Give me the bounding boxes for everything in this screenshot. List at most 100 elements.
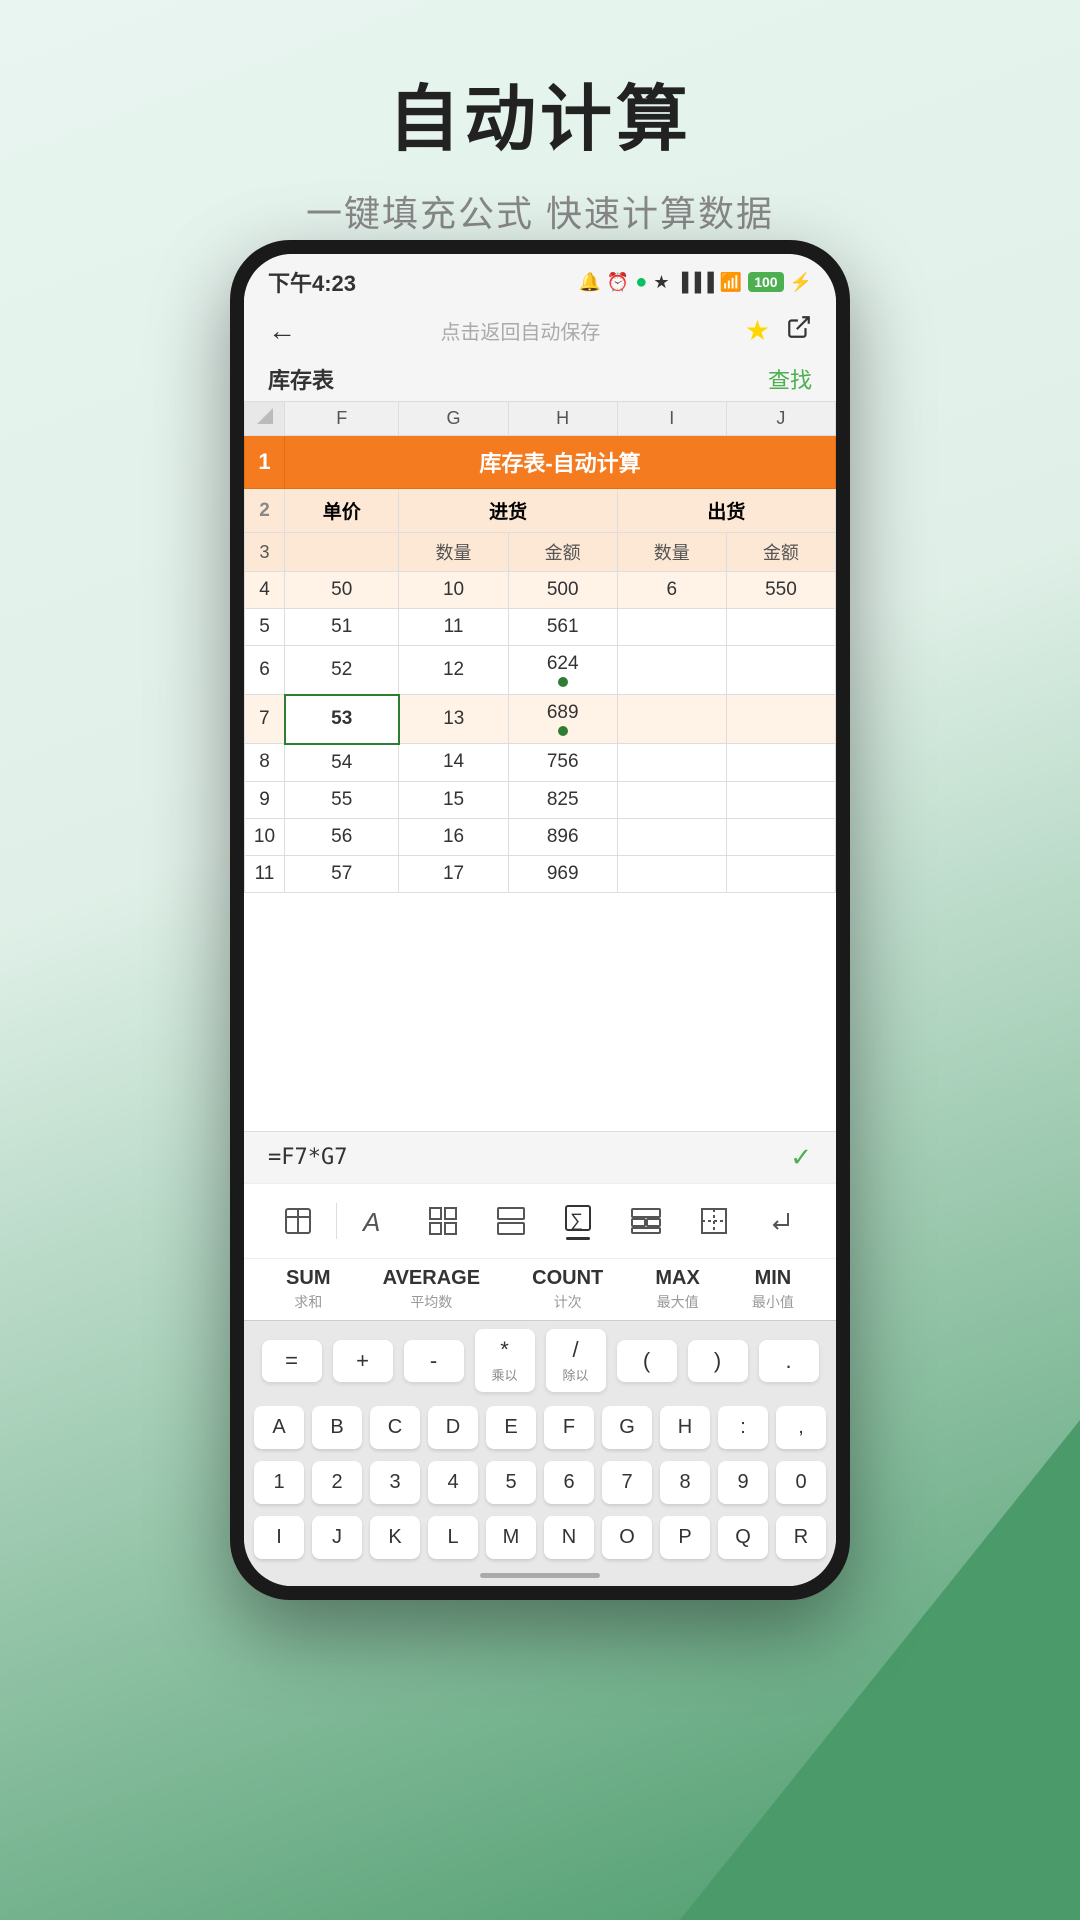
- data-cell-6-3[interactable]: [617, 695, 726, 744]
- key-R[interactable]: R: [776, 1516, 826, 1559]
- favorite-button[interactable]: ★: [745, 314, 770, 347]
- key-7[interactable]: 7: [602, 1461, 652, 1504]
- data-cell-4-0[interactable]: 51: [285, 609, 399, 646]
- formula-confirm-button[interactable]: ✓: [790, 1142, 812, 1173]
- op-equals-button[interactable]: =: [262, 1340, 322, 1382]
- op-dot-button[interactable]: .: [759, 1340, 819, 1382]
- key-E[interactable]: E: [486, 1406, 536, 1449]
- subheader-cell-1[interactable]: 数量: [399, 533, 508, 572]
- key-N[interactable]: N: [544, 1516, 594, 1559]
- func-count-button[interactable]: COUNT 计次: [532, 1267, 603, 1312]
- data-cell-5-3[interactable]: [617, 646, 726, 695]
- data-cell-10-3[interactable]: [617, 855, 726, 892]
- data-cell-6-1[interactable]: 13: [399, 695, 508, 744]
- func-min-button[interactable]: MIN 最小值: [752, 1267, 794, 1312]
- data-cell-8-1[interactable]: 15: [399, 781, 508, 818]
- key-4[interactable]: 4: [428, 1461, 478, 1504]
- subheader-cell-3[interactable]: 数量: [617, 533, 726, 572]
- data-cell-3-4[interactable]: 550: [726, 572, 835, 609]
- data-cell-8-4[interactable]: [726, 781, 835, 818]
- data-cell-9-1[interactable]: 16: [399, 818, 508, 855]
- data-cell-4-4[interactable]: [726, 609, 835, 646]
- data-cell-4-1[interactable]: 11: [399, 609, 508, 646]
- data-cell-7-1[interactable]: 14: [399, 744, 508, 782]
- op-minus-button[interactable]: -: [404, 1340, 464, 1382]
- header-cell-dangjia[interactable]: 单价: [285, 489, 399, 533]
- subheader-cell-4[interactable]: 金额: [726, 533, 835, 572]
- data-cell-8-3[interactable]: [617, 781, 726, 818]
- col-header-H[interactable]: H: [508, 402, 617, 436]
- data-cell-8-0[interactable]: 55: [285, 781, 399, 818]
- data-cell-5-0[interactable]: 52: [285, 646, 399, 695]
- key-K[interactable]: K: [370, 1516, 420, 1559]
- data-cell-10-1[interactable]: 17: [399, 855, 508, 892]
- toolbar-layout-button[interactable]: [477, 1199, 545, 1243]
- func-sum-button[interactable]: SUM 求和: [286, 1267, 330, 1312]
- key-J[interactable]: J: [312, 1516, 362, 1559]
- key-D[interactable]: D: [428, 1406, 478, 1449]
- key-comma[interactable]: ,: [776, 1406, 826, 1449]
- key-A[interactable]: A: [254, 1406, 304, 1449]
- key-Q[interactable]: Q: [718, 1516, 768, 1559]
- op-plus-button[interactable]: +: [333, 1340, 393, 1382]
- toolbar-merge-button[interactable]: [612, 1199, 680, 1243]
- data-cell-9-0[interactable]: 56: [285, 818, 399, 855]
- header-cell-jinhuo[interactable]: 进货: [399, 489, 617, 533]
- subheader-cell-2[interactable]: 金额: [508, 533, 617, 572]
- data-cell-7-0[interactable]: 54: [285, 744, 399, 782]
- op-rparen-button[interactable]: ): [688, 1340, 748, 1382]
- back-button[interactable]: ←: [268, 315, 296, 347]
- data-cell-3-3[interactable]: 6: [617, 572, 726, 609]
- data-cell-6-4[interactable]: [726, 695, 835, 744]
- func-max-button[interactable]: MAX 最大值: [655, 1267, 699, 1312]
- key-F[interactable]: F: [544, 1406, 594, 1449]
- data-cell-10-0[interactable]: 57: [285, 855, 399, 892]
- data-cell-8-2[interactable]: 825: [508, 781, 617, 818]
- data-cell-9-4[interactable]: [726, 818, 835, 855]
- toolbar-border-button[interactable]: [680, 1199, 748, 1243]
- key-5[interactable]: 5: [486, 1461, 536, 1504]
- data-cell-9-2[interactable]: 896: [508, 818, 617, 855]
- data-cell-3-1[interactable]: 10: [399, 572, 508, 609]
- data-cell-9-3[interactable]: [617, 818, 726, 855]
- toolbar-table-button[interactable]: [264, 1199, 332, 1243]
- data-cell-3-0[interactable]: 50: [285, 572, 399, 609]
- col-header-F[interactable]: F: [285, 402, 399, 436]
- data-cell-4-3[interactable]: [617, 609, 726, 646]
- key-M[interactable]: M: [486, 1516, 536, 1559]
- data-cell-10-4[interactable]: [726, 855, 835, 892]
- toolbar-formula-button[interactable]: ∑: [545, 1196, 613, 1246]
- data-cell-10-2[interactable]: 969: [508, 855, 617, 892]
- op-divide-button[interactable]: / 除以: [546, 1329, 606, 1392]
- key-1[interactable]: 1: [254, 1461, 304, 1504]
- func-average-button[interactable]: AVERAGE 平均数: [383, 1267, 480, 1312]
- spreadsheet-title-cell[interactable]: 库存表-自动计算: [285, 436, 836, 489]
- key-6[interactable]: 6: [544, 1461, 594, 1504]
- key-8[interactable]: 8: [660, 1461, 710, 1504]
- col-header-I[interactable]: I: [617, 402, 726, 436]
- op-multiply-button[interactable]: * 乘以: [475, 1329, 535, 1392]
- op-lparen-button[interactable]: (: [617, 1340, 677, 1382]
- data-cell-4-2[interactable]: 561: [508, 609, 617, 646]
- key-B[interactable]: B: [312, 1406, 362, 1449]
- share-button[interactable]: [786, 314, 812, 347]
- key-G[interactable]: G: [602, 1406, 652, 1449]
- formula-input[interactable]: =F7*G7: [268, 1145, 347, 1170]
- data-cell-5-1[interactable]: 12: [399, 646, 508, 695]
- toolbar-grid-button[interactable]: [409, 1199, 477, 1243]
- subheader-cell-0[interactable]: [285, 533, 399, 572]
- key-P[interactable]: P: [660, 1516, 710, 1559]
- key-C[interactable]: C: [370, 1406, 420, 1449]
- find-button[interactable]: 查找: [768, 363, 812, 395]
- key-H[interactable]: H: [660, 1406, 710, 1449]
- data-cell-5-4[interactable]: [726, 646, 835, 695]
- data-cell-6-2[interactable]: 689: [508, 695, 617, 744]
- key-3[interactable]: 3: [370, 1461, 420, 1504]
- key-2[interactable]: 2: [312, 1461, 362, 1504]
- key-9[interactable]: 9: [718, 1461, 768, 1504]
- data-cell-6-0[interactable]: 53: [285, 695, 399, 744]
- key-0[interactable]: 0: [776, 1461, 826, 1504]
- key-colon[interactable]: :: [718, 1406, 768, 1449]
- data-cell-5-2[interactable]: 624: [508, 646, 617, 695]
- toolbar-text-button[interactable]: A: [341, 1199, 409, 1243]
